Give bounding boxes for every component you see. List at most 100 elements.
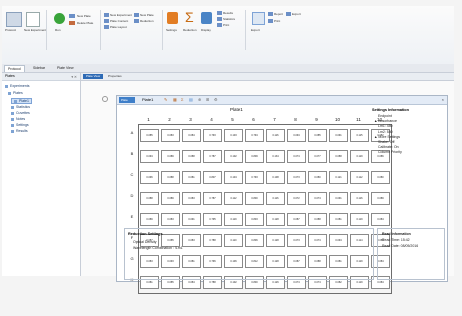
well-cell[interactable]: 0.115 (350, 129, 369, 142)
well-cell[interactable]: 0.085 (308, 129, 327, 142)
well-cell[interactable]: 0.795 (203, 213, 222, 226)
small-button-print-2[interactable]: Print (274, 19, 280, 23)
layout-icon[interactable] (104, 25, 109, 29)
settings-icon[interactable]: ⚙ (214, 97, 218, 103)
well-cell[interactable]: 0.083 (182, 192, 201, 205)
small-button-new-plate[interactable]: New Plate (77, 14, 91, 18)
zoom-icon[interactable]: ⊕ (198, 97, 201, 103)
well-cell[interactable]: 0.104 (224, 171, 243, 184)
well-cell[interactable]: 0.112 (224, 192, 243, 205)
well-cell[interactable]: 0.121 (329, 171, 348, 184)
run-button-label[interactable]: Run (55, 28, 61, 32)
well-cell[interactable]: 0.102 (224, 150, 243, 163)
tab-protocol[interactable]: Protocol (4, 65, 25, 72)
reduction-button-label[interactable]: Reduction (183, 28, 197, 32)
print-small-icon[interactable] (217, 23, 222, 27)
well-cell[interactable]: 0.091 (182, 213, 201, 226)
well-cell[interactable]: 0.794 (245, 129, 264, 142)
document-icon[interactable] (26, 12, 40, 27)
well-cell[interactable]: 0.084 (182, 129, 201, 142)
well-cell[interactable]: 0.787 (203, 192, 222, 205)
small-button-delete-plate[interactable]: Delete Plate (77, 21, 93, 25)
tree-item-experiments[interactable]: Experiments (5, 84, 29, 88)
well-cell[interactable]: 0.096 (140, 171, 159, 184)
settings-button-label[interactable]: Settings (166, 28, 177, 32)
display-button-label[interactable]: Display (201, 28, 211, 32)
edit-icon[interactable]: ✎ (164, 97, 167, 103)
tree-item-plates[interactable]: Plates (8, 91, 23, 95)
well-cell[interactable]: 0.088 (329, 150, 348, 163)
pin-icon[interactable]: ▾ ✕ (71, 74, 77, 81)
experiment-icon[interactable] (104, 13, 109, 17)
well-cell[interactable]: 0.088 (161, 171, 180, 184)
well-cell[interactable]: 0.089 (161, 150, 180, 163)
chart-icon[interactable]: ▤ (189, 97, 193, 103)
reduction-icon[interactable] (134, 19, 139, 23)
well-cell[interactable]: 0.119 (350, 213, 369, 226)
well-cell[interactable]: 0.081 (182, 171, 201, 184)
results-icon[interactable] (217, 11, 222, 15)
well-cell[interactable]: 0.087 (287, 213, 306, 226)
well-cell[interactable]: 0.116 (266, 129, 285, 142)
protocol-button-label[interactable]: Protocol (5, 28, 16, 32)
small-button-plate-content[interactable]: Plate Content (110, 19, 128, 23)
well-cell[interactable]: 0.116 (350, 192, 369, 205)
radio-icon[interactable] (102, 96, 108, 102)
small-button-plate-layout[interactable]: Plate Layout (110, 25, 127, 29)
small-button-results[interactable]: Results (223, 11, 233, 15)
plate-tag[interactable]: Plate (119, 97, 135, 103)
well-cell[interactable]: 0.088 (140, 192, 159, 205)
well-cell[interactable]: 0.077 (308, 150, 327, 163)
well-cell[interactable]: 0.134 (266, 150, 285, 163)
new-button-label[interactable]: New Experiment (24, 28, 46, 32)
well-cell[interactable]: 0.119 (350, 150, 369, 163)
well-cell[interactable]: 0.081 (329, 213, 348, 226)
well-cell[interactable]: 0.809 (245, 150, 264, 163)
protocol-icon[interactable] (6, 12, 22, 27)
well-cell[interactable]: 0.073 (287, 171, 306, 184)
plate-icon[interactable] (69, 14, 75, 18)
well-cell[interactable]: 0.119 (224, 213, 243, 226)
tab-sidebar[interactable]: Sidebar (30, 65, 48, 71)
well-cell[interactable]: 0.116 (266, 192, 285, 205)
grid-icon[interactable]: ⊞ (206, 97, 209, 103)
well-cell[interactable]: 0.074 (308, 192, 327, 205)
tab-plate-view[interactable]: Plate View (54, 65, 76, 71)
layout-icon[interactable]: ▦ (173, 97, 177, 103)
run-icon[interactable] (54, 13, 65, 24)
well-cell[interactable]: 0.128 (266, 213, 285, 226)
tree-item-settings[interactable]: Settings (11, 123, 29, 127)
tree-item-notes[interactable]: Notes (11, 117, 25, 121)
well-cell[interactable]: 0.103 (224, 129, 243, 142)
well-cell[interactable]: 0.793 (203, 129, 222, 142)
small-button-statistics[interactable]: Statistics (223, 17, 235, 21)
close-icon[interactable]: × (442, 97, 444, 102)
small-button-print[interactable]: Print (223, 23, 229, 27)
display-icon[interactable] (201, 12, 212, 24)
statistics-icon[interactable] (217, 17, 222, 21)
small-button-report[interactable]: Report (274, 12, 283, 16)
well-cell[interactable]: 0.091 (329, 129, 348, 142)
export-button-label[interactable]: Export (251, 28, 260, 32)
small-button-experiment[interactable]: New Experiment (110, 13, 132, 17)
well-cell[interactable]: 0.793 (245, 171, 264, 184)
tree-item-cuvettes[interactable]: Cuvettes (11, 111, 30, 115)
export-icon[interactable] (252, 12, 265, 25)
well-cell[interactable]: 0.083 (161, 129, 180, 142)
sigma-icon[interactable]: Σ (181, 97, 183, 103)
tree-item-statistics[interactable]: Statistics (11, 105, 30, 109)
well-cell[interactable]: 0.085 (140, 129, 159, 142)
well-cell[interactable]: 0.803 (245, 213, 264, 226)
small-button-new-plate-2[interactable]: New Plate (140, 13, 154, 17)
tree-item-results[interactable]: Results (11, 129, 28, 133)
plate-icon[interactable] (134, 13, 139, 17)
small-button-export[interactable]: Export (292, 12, 301, 16)
reduction-sigma-icon[interactable]: Σ (185, 10, 196, 24)
plate-content-icon[interactable] (104, 19, 109, 23)
well-cell[interactable]: 0.800 (245, 192, 264, 205)
delete-icon[interactable] (69, 21, 75, 25)
well-cell[interactable]: 0.108 (266, 171, 285, 184)
tab-plate-view-main[interactable]: Plate View (83, 74, 104, 79)
settings-icon[interactable] (167, 12, 178, 24)
well-cell[interactable]: 0.807 (203, 171, 222, 184)
